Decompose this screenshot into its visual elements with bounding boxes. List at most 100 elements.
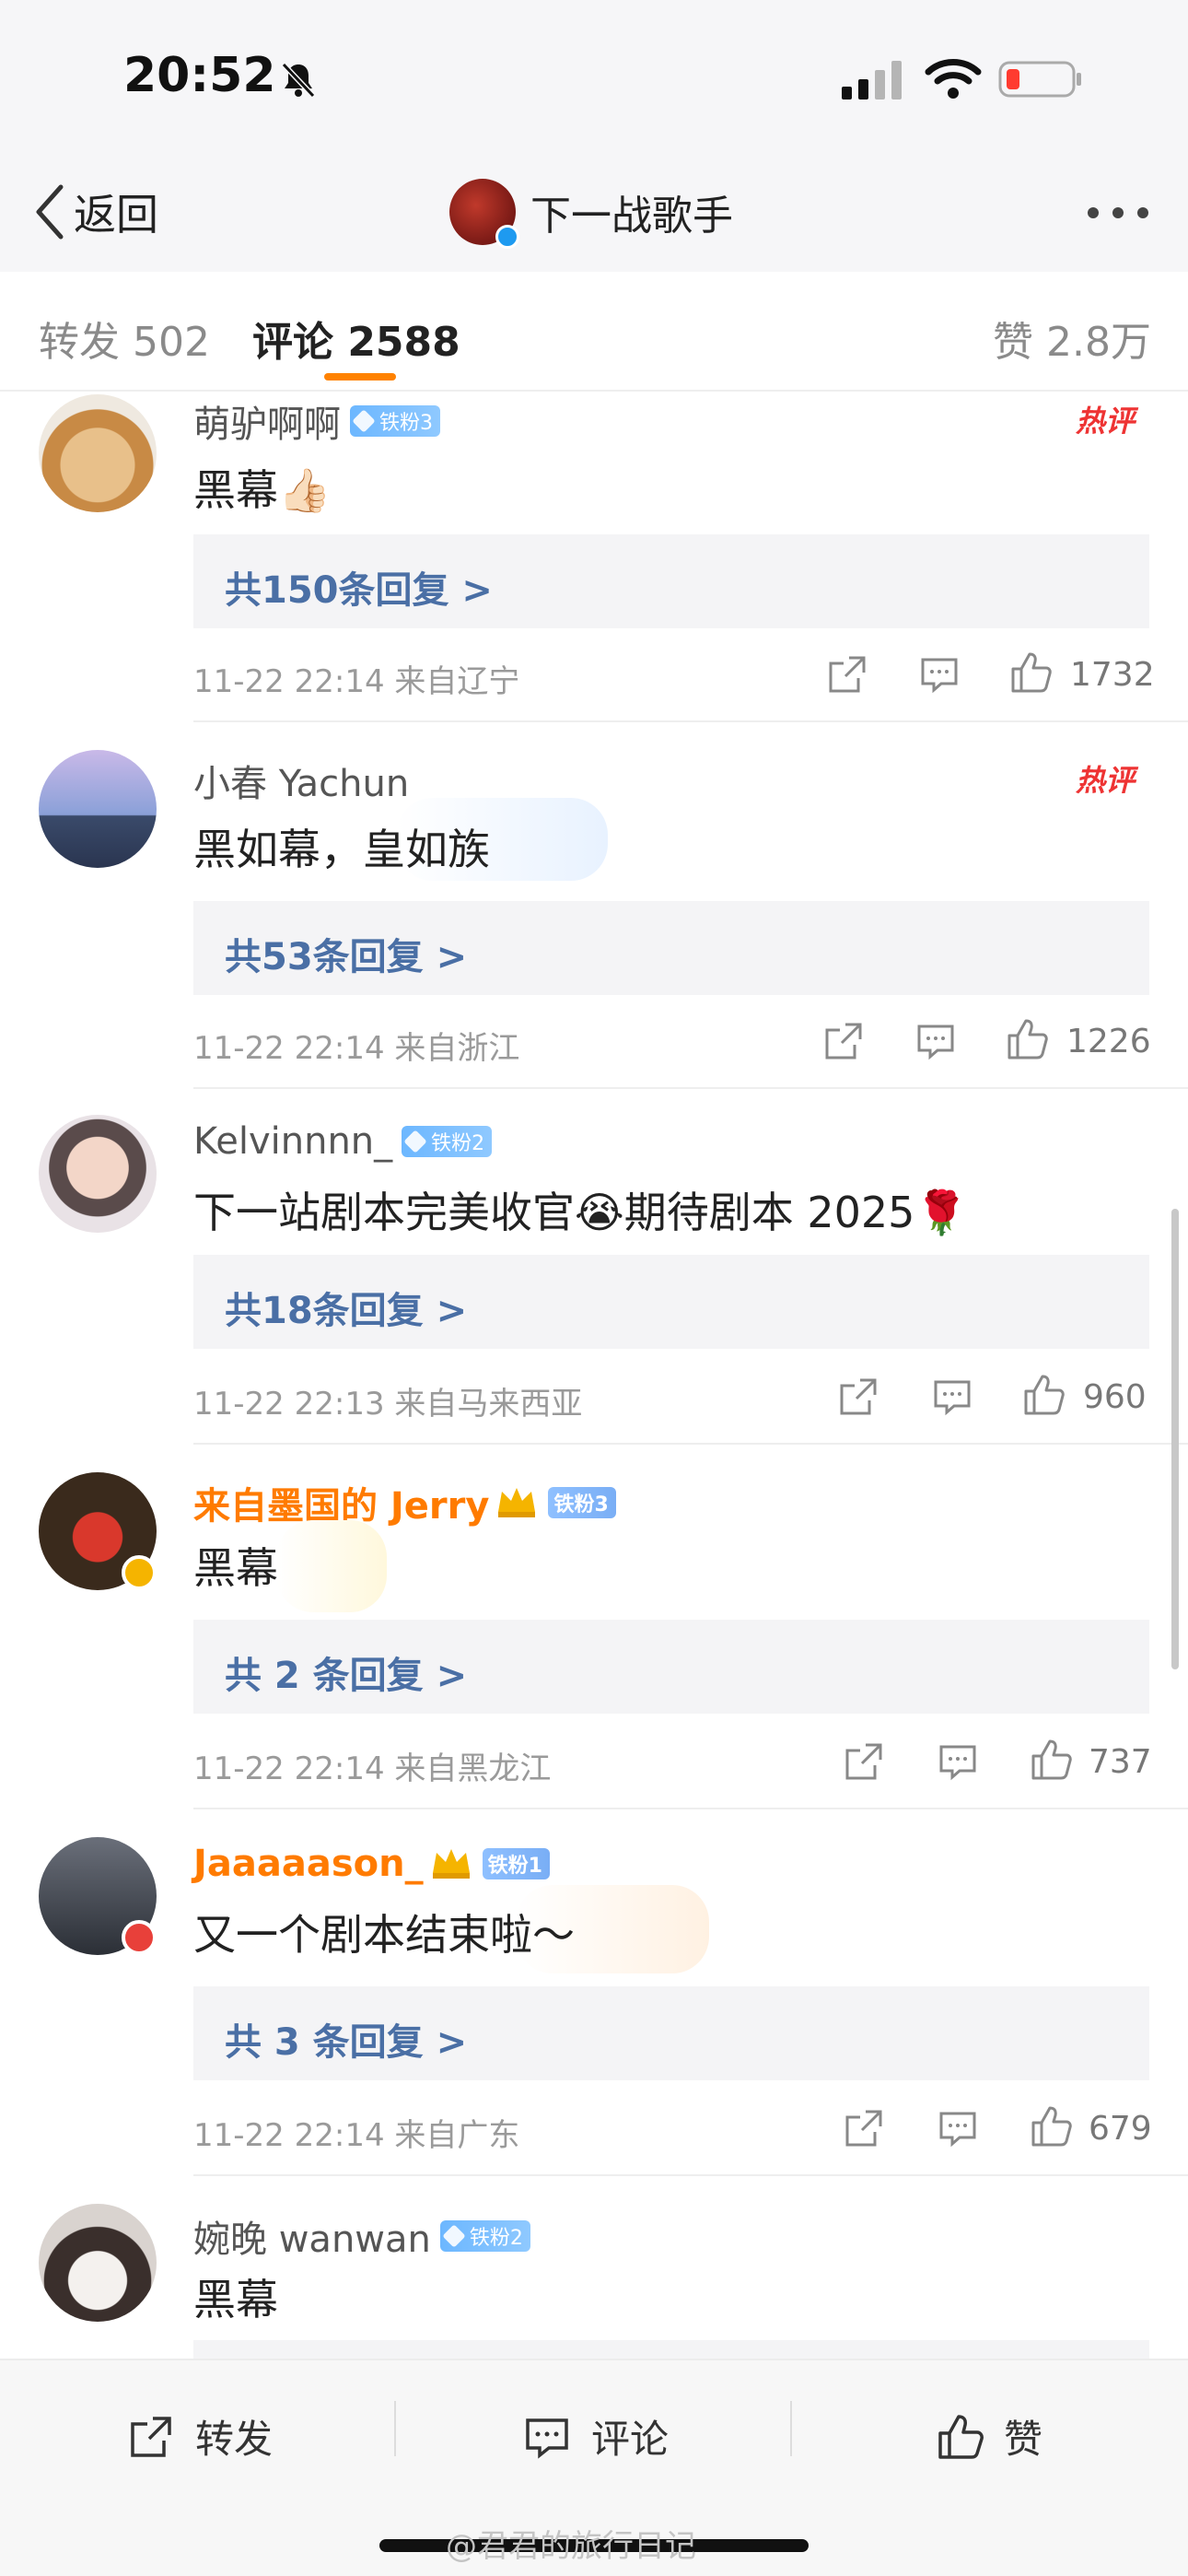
active-tab-indicator bbox=[324, 373, 396, 381]
like-icon[interactable] bbox=[1009, 650, 1054, 695]
divider bbox=[193, 2174, 1188, 2176]
avatar[interactable] bbox=[39, 750, 157, 868]
replies-link[interactable]: 共150条回复 > bbox=[193, 534, 1149, 628]
like-count: 960 bbox=[1083, 1378, 1147, 1416]
share-icon[interactable] bbox=[844, 1741, 884, 1782]
diamond-icon bbox=[352, 409, 376, 433]
status-time: 20:52 bbox=[123, 48, 276, 103]
replies-label: 共53条回复 > bbox=[225, 936, 468, 978]
comment-bubble-decoration bbox=[276, 1520, 387, 1612]
share-button[interactable]: 转发 bbox=[127, 2408, 273, 2465]
share-icon[interactable] bbox=[838, 1376, 879, 1417]
diamond-icon bbox=[403, 1130, 427, 1153]
comment-author[interactable]: 萌驴啊啊 铁粉3 bbox=[193, 394, 440, 448]
like-icon bbox=[938, 2414, 984, 2459]
divider bbox=[790, 2401, 792, 2456]
comment-text: 又一个剧本结束啦～ bbox=[193, 1910, 575, 1960]
account-avatar[interactable] bbox=[449, 179, 519, 249]
comment-author[interactable]: 婉晚 wanwan 铁粉2 bbox=[193, 2209, 530, 2263]
author-name: 小春 Yachun bbox=[193, 763, 410, 805]
avatar[interactable] bbox=[39, 2204, 157, 2322]
replies-link[interactable]: 共18条回复 > bbox=[193, 1255, 1149, 1349]
comment-text: 黑如幕，皇如族 bbox=[193, 825, 490, 874]
share-icon bbox=[131, 2416, 171, 2457]
comment-author[interactable]: 小春 Yachun bbox=[193, 754, 409, 807]
hot-comment-badge: 热评 bbox=[1076, 763, 1136, 798]
comment-meta: 11-22 22:14 来自黑龙江 bbox=[193, 1751, 552, 1787]
fan-badge: 铁粉2 bbox=[439, 2220, 530, 2252]
divider bbox=[193, 1087, 1188, 1089]
replies-label: 共 2 条回复 > bbox=[225, 1655, 468, 1697]
back-label: 返回 bbox=[74, 190, 158, 240]
account-header[interactable]: 下一战歌手 bbox=[449, 175, 733, 249]
replies-link[interactable]: 共 2 条回复 > bbox=[193, 1620, 1149, 1714]
comment-meta: 11-22 22:14 来自广东 bbox=[193, 2117, 520, 2154]
fan-badge-label: 铁粉3 bbox=[379, 412, 433, 435]
comment-icon[interactable] bbox=[938, 2108, 978, 2149]
diamond-icon bbox=[442, 2224, 466, 2248]
replies-label: 共18条回复 > bbox=[225, 1290, 468, 1332]
hot-comment-badge: 热评 bbox=[1076, 404, 1136, 439]
scrollbar[interactable] bbox=[1171, 1209, 1179, 1669]
more-options-icon[interactable] bbox=[1085, 205, 1151, 221]
tab-repost[interactable]: 转发 502 bbox=[39, 309, 210, 368]
comment-author[interactable]: 来自墨国的 Jerry 铁粉3 bbox=[193, 1476, 616, 1529]
avatar[interactable] bbox=[39, 394, 157, 512]
like-icon[interactable] bbox=[1030, 1738, 1074, 1782]
divider bbox=[193, 720, 1188, 722]
share-label: 转发 bbox=[195, 2417, 274, 2462]
comment-icon[interactable] bbox=[932, 1376, 973, 1417]
avatar[interactable] bbox=[39, 1115, 157, 1233]
author-name: 婉晚 wanwan bbox=[193, 2219, 431, 2261]
fan-badge-label: 铁粉3 bbox=[553, 1493, 609, 1516]
like-count: 679 bbox=[1089, 2110, 1152, 2148]
comment-icon[interactable] bbox=[938, 1741, 978, 1782]
like-icon[interactable] bbox=[1030, 2104, 1074, 2149]
share-icon[interactable] bbox=[823, 1021, 864, 1061]
fan-badge-label: 铁粉2 bbox=[431, 1132, 485, 1155]
replies-link[interactable]: 共 3 条回复 > bbox=[193, 1986, 1149, 2080]
fan-badge-label: 铁粉2 bbox=[469, 2227, 523, 2250]
comment-icon[interactable] bbox=[919, 654, 960, 695]
author-name: Jaaaaason_ bbox=[193, 1843, 424, 1885]
like-label: 赞 bbox=[1004, 2417, 1043, 2462]
page-title: 下一战歌手 bbox=[530, 193, 733, 240]
divider bbox=[394, 2401, 396, 2456]
comment-icon[interactable] bbox=[915, 1021, 956, 1061]
like-count: 1226 bbox=[1066, 1023, 1151, 1060]
back-button[interactable]: 返回 bbox=[33, 175, 158, 249]
comment-author[interactable]: Jaaaaason_ 铁粉1 bbox=[193, 1843, 550, 1885]
comment-button[interactable]: 评论 bbox=[523, 2408, 669, 2465]
watermark: @君君的旅行日记 bbox=[446, 2528, 696, 2565]
tab-likes[interactable]: 赞 2.8万 bbox=[993, 309, 1151, 368]
like-button[interactable]: 赞 bbox=[936, 2408, 1042, 2465]
comment-text: 黑幕 bbox=[193, 2275, 278, 2324]
share-icon[interactable] bbox=[827, 654, 868, 695]
replies-label: 共150条回复 > bbox=[225, 569, 493, 612]
share-icon[interactable] bbox=[844, 2108, 884, 2149]
fan-badge: 铁粉1 bbox=[482, 1848, 550, 1879]
comment-text: 黑幕 bbox=[193, 1543, 278, 1593]
comment-author[interactable]: Kelvinnnn_ 铁粉2 bbox=[193, 1120, 493, 1163]
bell-muted-icon bbox=[281, 62, 316, 99]
like-count: 737 bbox=[1089, 1743, 1152, 1781]
comment-meta: 11-22 22:14 来自辽宁 bbox=[193, 663, 520, 700]
author-name: 萌驴啊啊 bbox=[193, 404, 341, 446]
verified-badge-icon bbox=[495, 225, 519, 249]
fan-badge: 铁粉3 bbox=[350, 405, 440, 437]
fan-badge-label: 铁粉1 bbox=[487, 1855, 542, 1878]
verified-badge-icon bbox=[122, 1555, 157, 1590]
comment-meta: 11-22 22:14 来自浙江 bbox=[193, 1030, 520, 1067]
like-icon[interactable] bbox=[1006, 1017, 1050, 1061]
tab-comments[interactable]: 评论 2588 bbox=[252, 309, 460, 368]
comment-text: 下一站剧本完美收官😭期待剧本 2025🌹 bbox=[193, 1188, 968, 1237]
top-header: 20:52 返回 下一战歌手 bbox=[0, 0, 1188, 272]
cellular-signal-icon bbox=[842, 61, 902, 100]
tab-bar: 转发 502 评论 2588 赞 2.8万 bbox=[0, 272, 1188, 392]
like-icon[interactable] bbox=[1022, 1373, 1066, 1417]
replies-link[interactable]: 共53条回复 > bbox=[193, 901, 1149, 995]
comment-text: 黑幕👍🏻 bbox=[193, 465, 332, 515]
replies-link[interactable] bbox=[193, 2340, 1149, 2359]
chevron-left-icon bbox=[36, 184, 64, 240]
fan-crown-icon bbox=[432, 1849, 470, 1879]
